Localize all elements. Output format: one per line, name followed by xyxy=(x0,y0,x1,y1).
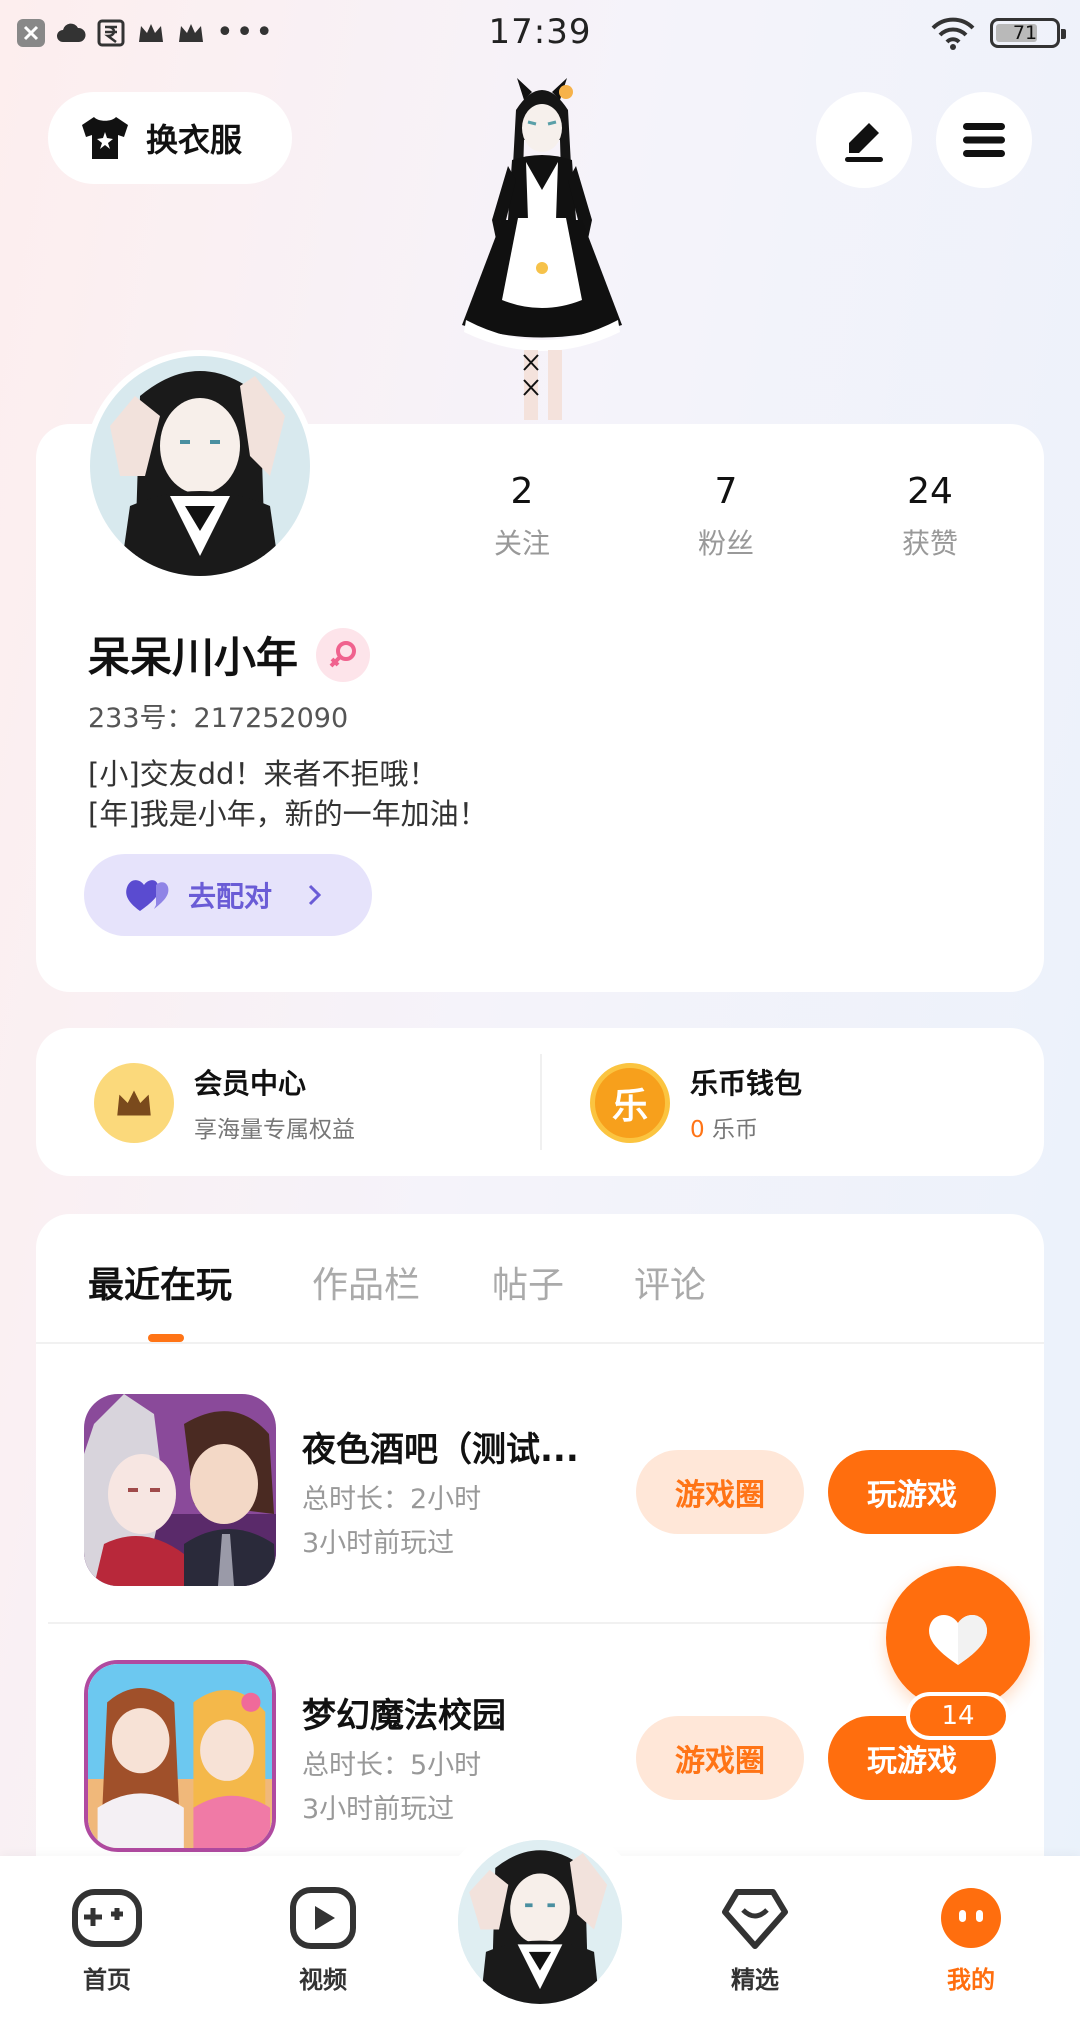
wallet-balance: 0 乐币 xyxy=(690,1110,802,1144)
menu-icon xyxy=(963,123,1005,157)
stat-likes[interactable]: 24 获赞 xyxy=(860,470,1000,562)
double-heart-icon xyxy=(126,880,169,911)
battery-level: 71 xyxy=(1012,22,1038,44)
heart-icon xyxy=(929,1614,987,1665)
tab-indicator xyxy=(148,1334,184,1342)
nav-home[interactable]: 首页 xyxy=(52,1886,162,1995)
match-label: 去配对 xyxy=(188,880,273,913)
female-icon xyxy=(316,627,371,682)
face-icon xyxy=(941,1888,1001,1948)
match-button[interactable]: 去配对 xyxy=(84,854,372,936)
vip-subtitle: 享海量专属权益 xyxy=(194,1117,355,1143)
wallet-amount: 0 xyxy=(690,1117,705,1143)
wallet-title: 乐币钱包 xyxy=(690,1067,803,1100)
nav-featured[interactable]: 精选 xyxy=(700,1886,810,1995)
play-game-button[interactable]: 玩游戏 xyxy=(828,1450,996,1534)
vip-center-entry[interactable]: 会员中心 享海量专属权益 xyxy=(94,1062,355,1144)
bio-line: [小]交友dd！来者不拒哦！ xyxy=(88,757,438,791)
followers-label: 粉丝 xyxy=(697,527,754,560)
nickname-row: 呆呆川小年 xyxy=(88,624,371,685)
nav-mine-label: 我的 xyxy=(947,1966,995,1994)
game-last-played: 3小时前玩过 xyxy=(302,1528,455,1559)
gamepad-icon xyxy=(72,1889,142,1947)
tab-comments[interactable]: 评论 xyxy=(634,1256,706,1308)
bio-line: [年]我是小年，新的一年加油！ xyxy=(88,797,488,831)
chevron-right-icon xyxy=(308,884,322,906)
vip-title: 会员中心 xyxy=(194,1067,307,1100)
following-label: 关注 xyxy=(493,527,550,560)
change-outfit-button[interactable]: 换衣服 xyxy=(48,92,292,184)
list-item[interactable]: 夜色酒吧（测试... 总时长：2小时 3小时前玩过 游戏圈 玩游戏 xyxy=(84,1394,1004,1594)
wifi-icon xyxy=(930,17,976,50)
profile-tabs: 最近在玩 作品栏 帖子 评论 xyxy=(36,1214,1044,1344)
game-duration: 总时长：5小时 xyxy=(302,1750,482,1781)
game-info: 夜色酒吧（测试... 总时长：2小时 3小时前玩过 xyxy=(302,1422,602,1561)
divider xyxy=(540,1054,542,1150)
profile-avatar[interactable] xyxy=(84,350,316,582)
user-id: 233号：217252090 xyxy=(88,703,349,734)
game-title: 梦幻魔法校园 xyxy=(302,1696,506,1736)
character-avatar-figure[interactable] xyxy=(432,70,652,430)
nav-video-label: 视频 xyxy=(299,1966,347,1994)
game-info: 梦幻魔法校园 总时长：5小时 3小时前玩过 xyxy=(302,1688,602,1827)
likes-label: 获赞 xyxy=(901,527,958,560)
game-thumbnail[interactable] xyxy=(84,1394,276,1586)
tab-works[interactable]: 作品栏 xyxy=(312,1256,420,1308)
battery-icon: 71 xyxy=(990,18,1066,48)
coin-icon: 乐 xyxy=(590,1063,670,1143)
wallet-unit: 乐币 xyxy=(711,1117,758,1143)
status-time: 17:39 xyxy=(488,12,592,52)
nav-video[interactable]: 视频 xyxy=(268,1886,378,1995)
status-icons-right: 71 xyxy=(930,17,1066,50)
followers-count: 7 xyxy=(714,471,738,512)
pencil-icon xyxy=(845,123,883,162)
wallet-entry[interactable]: 乐 乐币钱包 0 乐币 xyxy=(590,1062,802,1144)
nickname: 呆呆川小年 xyxy=(88,633,299,682)
crown-icon xyxy=(94,1063,174,1143)
following-count: 2 xyxy=(510,471,534,512)
change-outfit-label: 换衣服 xyxy=(146,121,243,159)
nav-featured-label: 精选 xyxy=(731,1966,779,1994)
bottom-nav: 首页 视频 精选 我的 xyxy=(0,1820,1080,2034)
bio: [小]交友dd！来者不拒哦！ [年]我是小年，新的一年加油！ xyxy=(88,754,488,834)
nav-avatar[interactable] xyxy=(452,1834,628,2010)
edit-profile-button[interactable] xyxy=(816,92,912,188)
stat-followers[interactable]: 7 粉丝 xyxy=(656,470,796,562)
nav-mine[interactable]: 我的 xyxy=(916,1886,1026,1995)
tshirt-icon xyxy=(82,117,128,159)
like-count: 14 xyxy=(906,1692,1010,1740)
heart-diamond-icon xyxy=(722,1889,788,1949)
game-duration: 总时长：2小时 xyxy=(302,1484,482,1515)
member-wallet-card: 会员中心 享海量专属权益 乐 乐币钱包 0 乐币 xyxy=(36,1028,1044,1176)
play-icon xyxy=(290,1887,356,1949)
divider xyxy=(48,1622,960,1624)
game-circle-button[interactable]: 游戏圈 xyxy=(636,1716,804,1800)
game-thumbnail[interactable] xyxy=(84,1660,276,1852)
tab-recent-play[interactable]: 最近在玩 xyxy=(88,1256,232,1308)
status-bar: ••• 17:39 71 xyxy=(0,0,1080,70)
menu-button[interactable] xyxy=(936,92,1032,188)
stat-following[interactable]: 2 关注 xyxy=(452,470,592,562)
game-title: 夜色酒吧（测试... xyxy=(302,1430,579,1470)
like-button[interactable] xyxy=(886,1566,1030,1710)
nav-home-label: 首页 xyxy=(83,1966,131,1994)
likes-count: 24 xyxy=(907,471,953,512)
tab-posts[interactable]: 帖子 xyxy=(492,1256,564,1308)
game-circle-button[interactable]: 游戏圈 xyxy=(636,1450,804,1534)
